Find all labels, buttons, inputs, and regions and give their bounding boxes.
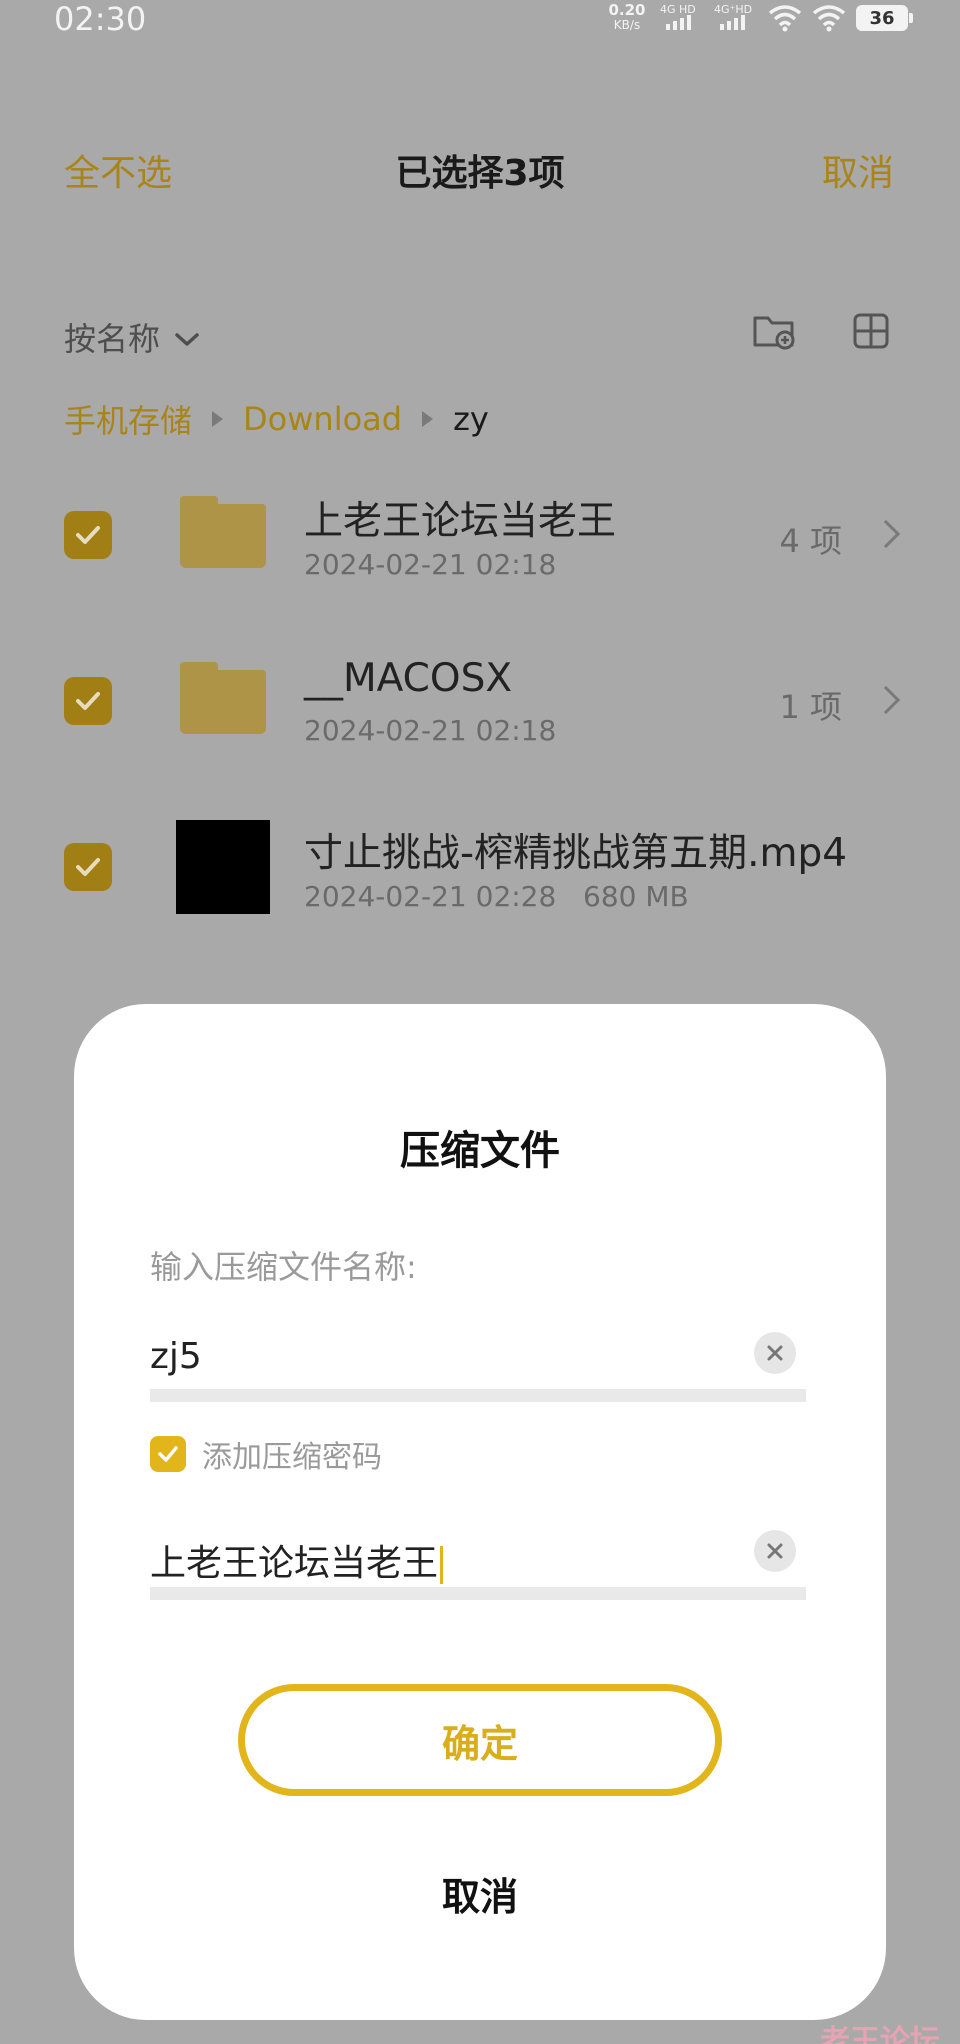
signal-icon: 4G⁺HD	[714, 3, 758, 33]
dialog-title: 压缩文件	[400, 1128, 560, 1174]
breadcrumb-item[interactable]: 手机存储	[64, 396, 192, 442]
password-value-wrap: 上老王论坛当老王	[150, 1534, 444, 1586]
file-meta: 2024-02-21 02:28 680 MB	[304, 880, 689, 913]
close-icon	[767, 1345, 783, 1361]
list-item[interactable]: 寸止挑战-榨精挑战第五期.mp4 2024-02-21 02:28 680 MB	[0, 792, 960, 942]
cancel-button[interactable]: 取消	[74, 1866, 886, 1921]
screen: 02:30 0.20 KB/s 4G HD 4G⁺HD 36 全不选 已选择3项…	[0, 0, 960, 2044]
checkbox[interactable]	[150, 1436, 186, 1472]
file-name: 寸止挑战-榨精挑战第五期.mp4	[304, 831, 848, 876]
breadcrumb-separator-icon	[422, 411, 434, 427]
add-password-label: 添加压缩密码	[202, 1440, 382, 1475]
chevron-right-icon	[871, 685, 901, 715]
network-speed: 0.20 KB/s	[608, 1, 646, 33]
confirm-button[interactable]: 确定	[238, 1684, 722, 1796]
password-input[interactable]: 上老王论坛当老王	[150, 1520, 806, 1600]
file-size: 680 MB	[583, 880, 689, 913]
watermark: 老王论坛	[820, 2024, 940, 2044]
signal-icon: 4G HD	[660, 3, 704, 33]
item-count: 1 项	[779, 688, 842, 726]
checkbox[interactable]	[64, 843, 112, 891]
sort-dropdown[interactable]: 按名称	[64, 314, 200, 360]
filename-label: 输入压缩文件名称:	[150, 1248, 417, 1286]
chevron-right-icon	[871, 519, 901, 549]
chevron-down-icon	[174, 318, 200, 356]
file-name: __MACOSX	[304, 656, 513, 701]
breadcrumb-item[interactable]: Download	[243, 400, 402, 438]
breadcrumb: 手机存储 Download zy	[64, 396, 489, 442]
folder-icon	[176, 488, 270, 582]
filename-input[interactable]: zj5	[150, 1322, 806, 1402]
clear-password-button[interactable]	[754, 1530, 796, 1572]
status-time: 02:30	[54, 0, 147, 38]
check-icon	[76, 526, 100, 544]
compress-dialog: 压缩文件 输入压缩文件名称: zj5 添加压缩密码 上老王论坛当老王 确定 取消	[74, 1004, 886, 2020]
wifi-icon	[768, 4, 802, 32]
breadcrumb-separator-icon	[212, 411, 224, 427]
file-name: 上老王论坛当老王	[304, 499, 617, 544]
file-date: 2024-02-21 02:18	[304, 548, 557, 581]
sort-label: 按名称	[64, 320, 161, 358]
filename-value: zj5	[150, 1336, 202, 1377]
text-cursor	[440, 1546, 444, 1584]
list-item[interactable]: 上老王论坛当老王 2024-02-21 02:18 4 项	[0, 460, 960, 610]
check-icon	[158, 1446, 178, 1462]
wifi-icon	[812, 4, 846, 32]
password-value: 上老王论坛当老王	[150, 1543, 439, 1584]
item-count: 4 项	[779, 522, 842, 560]
check-icon	[76, 858, 100, 876]
file-date: 2024-02-21 02:28	[304, 880, 557, 913]
file-date: 2024-02-21 02:18	[304, 714, 557, 747]
checkbox[interactable]	[64, 511, 112, 559]
folder-icon	[176, 654, 270, 748]
status-bar: 02:30 0.20 KB/s 4G HD 4G⁺HD 36	[0, 0, 960, 40]
list-item[interactable]: __MACOSX 2024-02-21 02:18 1 项	[0, 626, 960, 776]
clear-filename-button[interactable]	[754, 1332, 796, 1374]
new-folder-icon[interactable]	[752, 312, 796, 350]
add-password-checkbox[interactable]: 添加压缩密码	[150, 1432, 382, 1476]
battery-icon: 36	[856, 5, 913, 31]
check-icon	[76, 692, 100, 710]
status-icons: 0.20 KB/s 4G HD 4G⁺HD 36	[604, 0, 913, 36]
page-title: 已选择3项	[395, 153, 565, 194]
cancel-selection-button[interactable]: 取消	[822, 144, 894, 196]
grid-view-icon[interactable]	[852, 312, 890, 350]
breadcrumb-current: zy	[453, 400, 489, 438]
close-icon	[767, 1543, 783, 1559]
checkbox[interactable]	[64, 677, 112, 725]
video-thumbnail	[176, 820, 270, 914]
toolbar-icons	[752, 312, 890, 350]
